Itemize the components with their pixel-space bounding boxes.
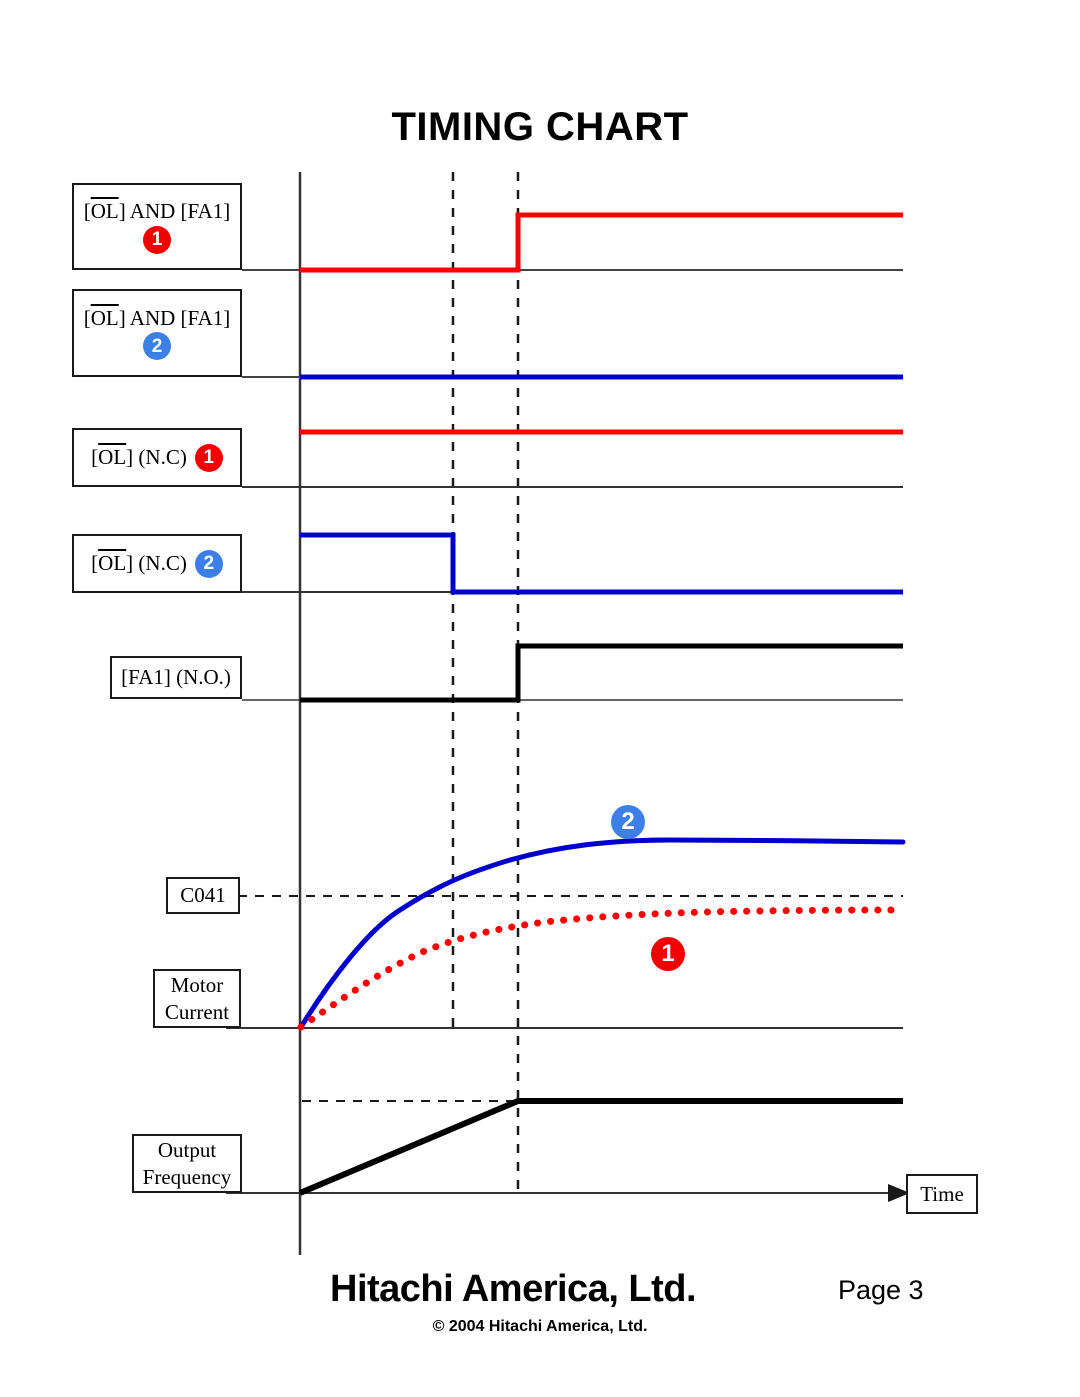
badge-2-row2: 2	[142, 332, 171, 361]
timing-chart-page: TIMING CHART [OL] AND [FA1] 1 [OL] AND […	[0, 0, 1080, 1397]
footer-page-number: Page 3	[838, 1275, 924, 1305]
output-frequency-line2: Frequency	[142, 1164, 232, 1189]
signal-label-ol-nc-1: [OL] (N.C) 1	[72, 428, 242, 487]
signal-label-text-row1: [OL] AND [FA1]	[83, 199, 231, 224]
curve-badge-1-motor-current: 1	[651, 937, 685, 971]
overline-ol-row1: OL	[90, 199, 119, 224]
signal-label-text-row5: [FA1] (N.O.)	[121, 665, 231, 690]
badge-2-row4: 2	[194, 549, 223, 578]
signal-label-text-row2: [OL] AND [FA1]	[83, 305, 231, 330]
trace-output-frequency	[298, 1098, 903, 1196]
trace-ol-and-fa1-1	[300, 212, 903, 273]
axis-label-output-frequency: Output Frequency	[132, 1134, 242, 1193]
signal-label-ol-nc-2: [OL] (N.C) 2	[72, 534, 242, 593]
curve-badge-2-motor-current: 2	[611, 805, 645, 839]
footer-copyright: © 2004 Hitachi America, Ltd.	[432, 1318, 648, 1335]
axis-label-motor-current: Motor Current	[153, 969, 241, 1028]
overline-ol-row4: OL	[98, 551, 127, 576]
threshold-label-text: C041	[180, 883, 226, 908]
motor-current-curve-1	[297, 906, 907, 1031]
trace-fa1-no	[300, 643, 903, 703]
signal-label-text-row4: [OL] (N.C)	[91, 551, 187, 576]
signal-label-ol-and-fa1-1: [OL] AND [FA1] 1	[72, 183, 242, 270]
signal-label-fa1-no: [FA1] (N.O.)	[110, 656, 242, 699]
signal-label-text-row3: [OL] (N.C)	[91, 445, 187, 470]
badge-1-row3: 1	[194, 443, 223, 472]
output-frequency-line1: Output	[157, 1138, 217, 1163]
badge-1-row1: 1	[142, 225, 171, 254]
overline-ol-row2: OL	[90, 305, 119, 330]
threshold-label-c041: C041	[166, 877, 240, 914]
signal-label-ol-and-fa1-2: [OL] AND [FA1] 2	[72, 289, 242, 377]
trace-ol-nc-2	[300, 532, 903, 595]
footer-company-name: Hitachi America, Ltd.	[330, 1268, 697, 1310]
overline-ol-row3: OL	[98, 445, 127, 470]
motor-current-line1: Motor	[170, 973, 224, 998]
axis-label-time: Time	[906, 1174, 978, 1214]
time-label-text: Time	[920, 1181, 964, 1206]
motor-current-curve-2	[298, 837, 906, 1030]
motor-current-line2: Current	[164, 999, 230, 1024]
